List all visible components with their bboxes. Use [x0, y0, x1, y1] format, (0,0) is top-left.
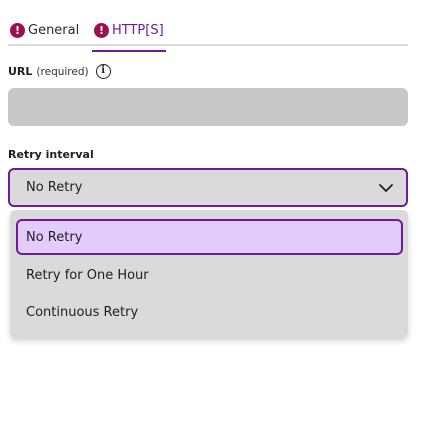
url-label-text: URL: [8, 65, 33, 78]
option-continuous-retry[interactable]: Continuous Retry: [16, 294, 403, 330]
tab-general[interactable]: ! General: [10, 16, 79, 44]
required-indicator: (required): [36, 65, 89, 78]
retry-interval-value: No Retry: [26, 180, 83, 195]
url-input[interactable]: [8, 88, 408, 126]
chevron-down-icon: [379, 184, 393, 192]
retry-interval-label: Retry interval: [8, 148, 94, 161]
tab-bar: ! General ! HTTP[S]: [8, 10, 408, 52]
retry-interval-menu: No Retry Retry for One Hour Continuous R…: [10, 210, 408, 338]
tab-general-label: General: [28, 22, 80, 38]
info-icon[interactable]: i: [95, 64, 111, 79]
url-label: URL (required) i: [8, 64, 111, 79]
option-label: Continuous Retry: [26, 304, 139, 320]
error-icon: !: [94, 22, 109, 38]
tab-https-label: HTTP[S]: [112, 22, 164, 38]
retry-interval-select[interactable]: No Retry: [8, 168, 408, 207]
option-label: No Retry: [26, 229, 83, 245]
tab-https[interactable]: ! HTTP[S]: [92, 16, 166, 52]
option-retry-one-hour[interactable]: Retry for One Hour: [16, 257, 403, 293]
option-label: Retry for One Hour: [26, 267, 149, 283]
settings-panel: ! General ! HTTP[S] URL (required) i Ret…: [0, 0, 427, 433]
error-icon: !: [10, 22, 25, 38]
option-no-retry[interactable]: No Retry: [16, 219, 403, 255]
